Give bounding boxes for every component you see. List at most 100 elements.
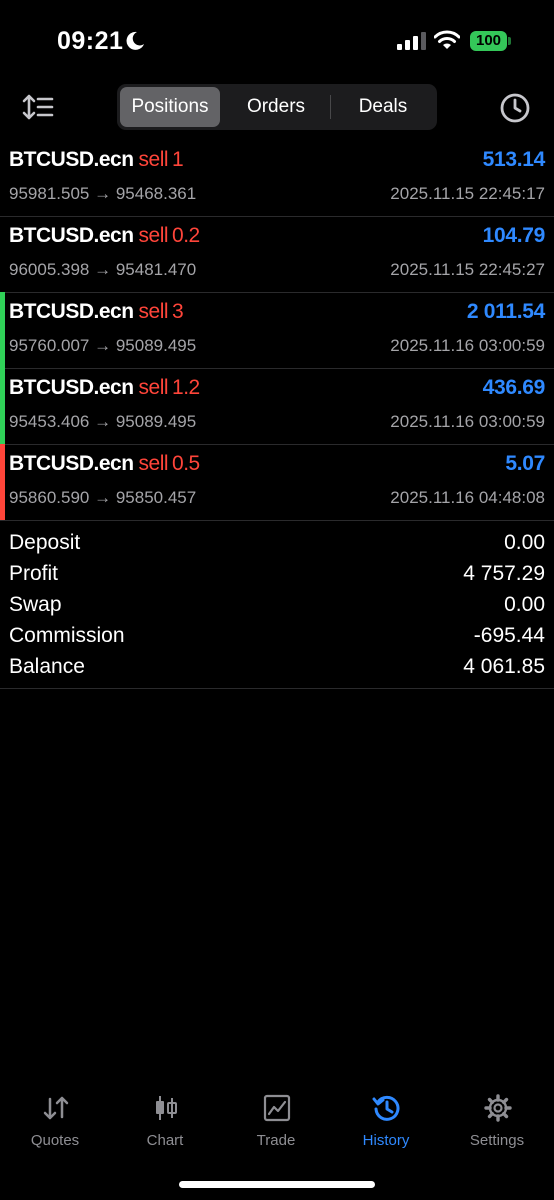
position-side: sell — [138, 300, 169, 323]
position-status-bar — [0, 292, 5, 368]
battery-icon: 100 — [470, 31, 507, 51]
tab-chart[interactable]: Chart — [110, 1085, 220, 1155]
signal-icon — [397, 32, 426, 50]
position-side: sell — [138, 224, 169, 247]
position-row[interactable]: BTCUSD.ecn sell 0.5 5.07 95860.590 → 95850… — [0, 444, 554, 520]
position-side: sell — [138, 452, 169, 475]
summary-value: 0.00 — [504, 531, 545, 554]
tab-label: Trade — [256, 1132, 296, 1149]
summary-value: 0.00 — [504, 593, 545, 616]
tab-quotes[interactable]: Quotes — [0, 1085, 110, 1155]
summary-label: Swap — [9, 593, 62, 616]
tab-label: Quotes — [30, 1132, 80, 1149]
position-status-bar — [0, 216, 5, 292]
position-title: BTCUSD.ecn sell 3 — [9, 300, 184, 324]
position-time: 2025.11.15 22:45:27 — [390, 260, 545, 279]
summary-label: Profit — [9, 562, 59, 585]
position-prices: 95760.007 → 95089.495 — [9, 336, 196, 356]
summary-value: -695.44 — [473, 624, 545, 647]
summary-commission: Commission -695.44 — [0, 624, 554, 655]
battery-tip — [508, 37, 511, 45]
moon-icon — [126, 31, 144, 50]
position-prices: 96005.398 → 95481.470 — [9, 260, 196, 280]
tab-trade[interactable]: Trade — [221, 1085, 331, 1155]
position-title: BTCUSD.ecn sell 0.2 — [9, 224, 200, 248]
summary-swap: Swap 0.00 — [0, 593, 554, 624]
position-title: BTCUSD.ecn sell 0.5 — [9, 452, 200, 476]
position-time: 2025.11.16 04:48:08 — [390, 488, 545, 507]
position-row[interactable]: BTCUSD.ecn sell 0.2 104.79 96005.398 → 954… — [0, 216, 554, 292]
tab-history[interactable]: History — [331, 1085, 441, 1155]
tab-label: Settings — [469, 1132, 525, 1149]
position-time: 2025.11.16 03:00:59 — [390, 412, 545, 431]
tab-settings[interactable]: Settings — [442, 1085, 552, 1155]
summary-profit: Profit 4 757.29 — [0, 562, 554, 593]
position-profit: 104.79 — [482, 224, 546, 247]
tab-orders[interactable]: Orders — [223, 87, 329, 127]
settings-icon — [484, 1094, 512, 1122]
tab-deals[interactable]: Deals — [331, 87, 435, 127]
position-volume: 1 — [172, 148, 184, 171]
open-price: 95760.007 — [9, 336, 90, 355]
position-symbol: BTCUSD.ecn — [9, 452, 134, 475]
summary-balance: Balance 4 061.85 — [0, 655, 554, 686]
arrow-icon: → — [94, 412, 112, 431]
open-price: 95860.590 — [9, 488, 90, 507]
arrow-icon: → — [94, 488, 112, 507]
position-status-bar — [0, 444, 5, 520]
close-price: 95481.470 — [115, 260, 197, 279]
position-prices: 95981.505 → 95468.361 — [9, 184, 196, 204]
tab-label: Chart — [146, 1132, 184, 1149]
arrow-icon: → — [94, 184, 112, 203]
position-time: 2025.11.16 03:00:59 — [390, 336, 545, 355]
close-price: 95850.457 — [115, 488, 197, 507]
row-divider — [0, 520, 554, 521]
position-volume: 3 — [172, 300, 184, 323]
arrow-icon: → — [94, 260, 112, 279]
summary-label: Balance — [9, 655, 85, 678]
tab-label: History — [362, 1132, 410, 1149]
position-prices: 95453.406 → 95089.495 — [9, 412, 196, 432]
position-title: BTCUSD.ecn sell 1 — [9, 148, 184, 172]
close-price: 95468.361 — [115, 184, 197, 203]
summary-label: Commission — [9, 624, 125, 647]
position-row[interactable]: BTCUSD.ecn sell 1.2 436.69 95453.406 → 950… — [0, 368, 554, 444]
home-indicator[interactable] — [179, 1181, 375, 1188]
trade-icon — [263, 1094, 291, 1122]
position-volume: 0.2 — [172, 224, 200, 247]
quotes-icon — [43, 1096, 69, 1120]
summary-divider — [0, 688, 554, 689]
position-side: sell — [138, 376, 169, 399]
summary-value: 4 757.29 — [463, 562, 545, 585]
position-volume: 1.2 — [172, 376, 200, 399]
position-profit: 436.69 — [482, 376, 546, 399]
position-profit: 513.14 — [482, 148, 546, 171]
tab-positions[interactable]: Positions — [120, 87, 220, 127]
position-symbol: BTCUSD.ecn — [9, 376, 134, 399]
summary-value: 4 061.85 — [463, 655, 545, 678]
segmented-control: Positions Orders Deals — [117, 84, 437, 130]
open-price: 95981.505 — [9, 184, 90, 203]
clock-icon[interactable] — [498, 91, 532, 125]
position-prices: 95860.590 → 95850.457 — [9, 488, 196, 508]
position-title: BTCUSD.ecn sell 1.2 — [9, 376, 200, 400]
status-bar: 09:21 100 — [0, 0, 554, 80]
position-symbol: BTCUSD.ecn — [9, 300, 134, 323]
position-symbol: BTCUSD.ecn — [9, 224, 134, 247]
position-profit: 2 011.54 — [466, 300, 545, 323]
arrow-icon: → — [94, 336, 112, 355]
sort-icon[interactable] — [22, 92, 56, 122]
position-volume: 0.5 — [172, 452, 200, 475]
position-row[interactable]: BTCUSD.ecn sell 3 2 011.54 95760.007 → 950… — [0, 292, 554, 368]
status-time: 09:21 — [57, 27, 124, 55]
open-price: 96005.398 — [9, 260, 90, 279]
chart-icon — [156, 1096, 177, 1120]
open-price: 95453.406 — [9, 412, 90, 431]
position-status-bar — [0, 140, 5, 216]
summary-deposit: Deposit 0.00 — [0, 531, 554, 562]
toolbar: Positions Orders Deals — [0, 84, 554, 130]
history-icon — [372, 1095, 400, 1121]
wifi-icon — [434, 30, 460, 49]
position-status-bar — [0, 368, 5, 444]
position-row[interactable]: BTCUSD.ecn sell 1 513.14 95981.505 → 95468… — [0, 140, 554, 216]
